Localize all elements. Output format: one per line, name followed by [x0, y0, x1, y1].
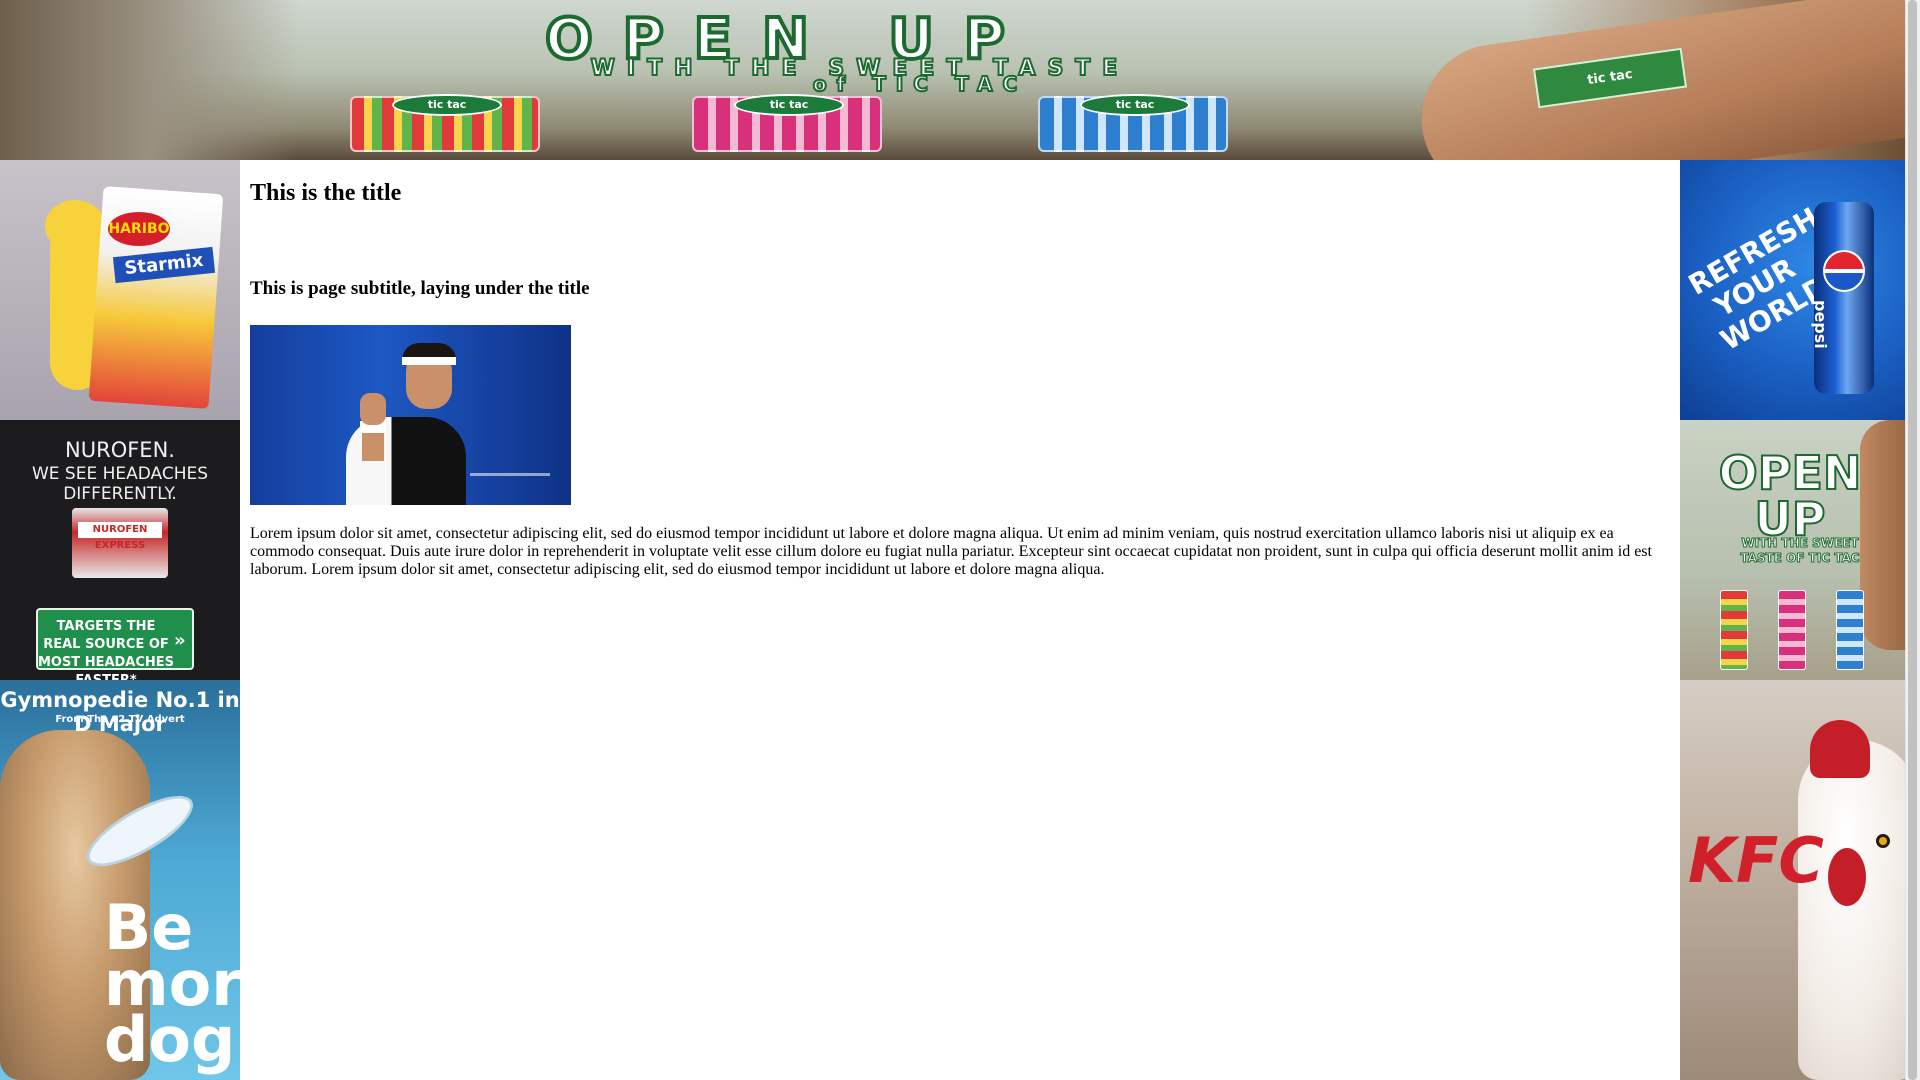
chicken-wattle: [1828, 848, 1866, 906]
tictac-ad[interactable]: OPEN UP WITH THE SWEET TASTE OF TIC TAC: [1680, 420, 1905, 680]
body-paragraph: Lorem ipsum dolor sit amet, consectetur …: [250, 525, 1652, 578]
chicken-eye: [1876, 834, 1890, 848]
haribo-ad[interactable]: HARIBO Starmix: [0, 160, 240, 420]
tictac-pack-pink: [1778, 590, 1806, 670]
chicken-comb: [1810, 720, 1870, 778]
pepsi-ad[interactable]: REFRESH YOUR WORLD pepsi: [1680, 160, 1905, 420]
kfc-logo: KFC: [1688, 824, 1824, 897]
tictac-pack-red: [1720, 590, 1748, 670]
page-title: This is the title: [250, 180, 402, 206]
nurofen-pack-brand: NUROFEN EXPRESS: [78, 522, 162, 551]
tennis-player-image: [250, 325, 571, 505]
candy-pack-blue: tic tac: [1038, 94, 1228, 152]
o2-title: Gymnopedie No.1 in D Major: [0, 688, 240, 736]
nurofen-tagline: WE SEE HEADACHES DIFFERENTLY.: [31, 464, 209, 504]
pack-label: tic tac: [1080, 94, 1190, 116]
scrollbar-thumb[interactable]: [1908, 0, 1917, 1080]
tictac-subtitle: WITH THE SWEET TASTE OF TIC TAC: [1740, 536, 1860, 566]
kfc-ad[interactable]: KFC: [1680, 680, 1905, 1080]
candy-pack-pink: tic tac: [692, 94, 882, 152]
court-line: [470, 473, 550, 476]
main-content: This is the title This is page subtitle,…: [240, 160, 1680, 1080]
haribo-logo: HARIBO: [108, 212, 170, 246]
o2-subtitle: From The o2 TV Advert: [55, 714, 185, 725]
nurofen-pack-image: NUROFEN EXPRESS: [72, 508, 168, 578]
top-banner-ad[interactable]: OPEN UP WITH THE SWEET TASTE of TIC TAC …: [0, 0, 1905, 160]
headband: [402, 357, 456, 365]
pepsi-slogan: REFRESH YOUR WORLD: [1682, 201, 1833, 358]
tictac-title: OPEN UP: [1718, 446, 1863, 546]
nurofen-cta-text: TARGETS THE REAL SOURCE OF MOST HEADACHE…: [37, 619, 175, 680]
pack-label: tic tac: [734, 94, 844, 116]
pepsi-can-image: [1814, 202, 1874, 394]
banner-subline-2: of TIC TAC: [812, 72, 1028, 96]
nurofen-heading: NUROFEN.: [65, 438, 175, 462]
pack-label: tic tac: [392, 94, 502, 116]
player-fist: [360, 393, 386, 425]
banner-background-left: [0, 0, 300, 160]
page-subtitle: This is page subtitle, laying under the …: [250, 278, 590, 299]
pepsi-brand: pepsi: [1811, 300, 1830, 349]
o2-ad[interactable]: Gymnopedie No.1 in D Major From The o2 T…: [0, 680, 240, 1080]
pepsi-globe-logo: [1823, 250, 1865, 292]
double-chevron-right-icon: »: [174, 630, 186, 651]
o2-slogan: Be more dog: [104, 891, 240, 1076]
tictac-pack-blue: [1836, 590, 1864, 670]
chicken-image: [1798, 740, 1905, 1080]
nurofen-ad[interactable]: NUROFEN. WE SEE HEADACHES DIFFERENTLY. N…: [0, 420, 240, 680]
candy-pack-red: tic tac: [350, 94, 540, 152]
